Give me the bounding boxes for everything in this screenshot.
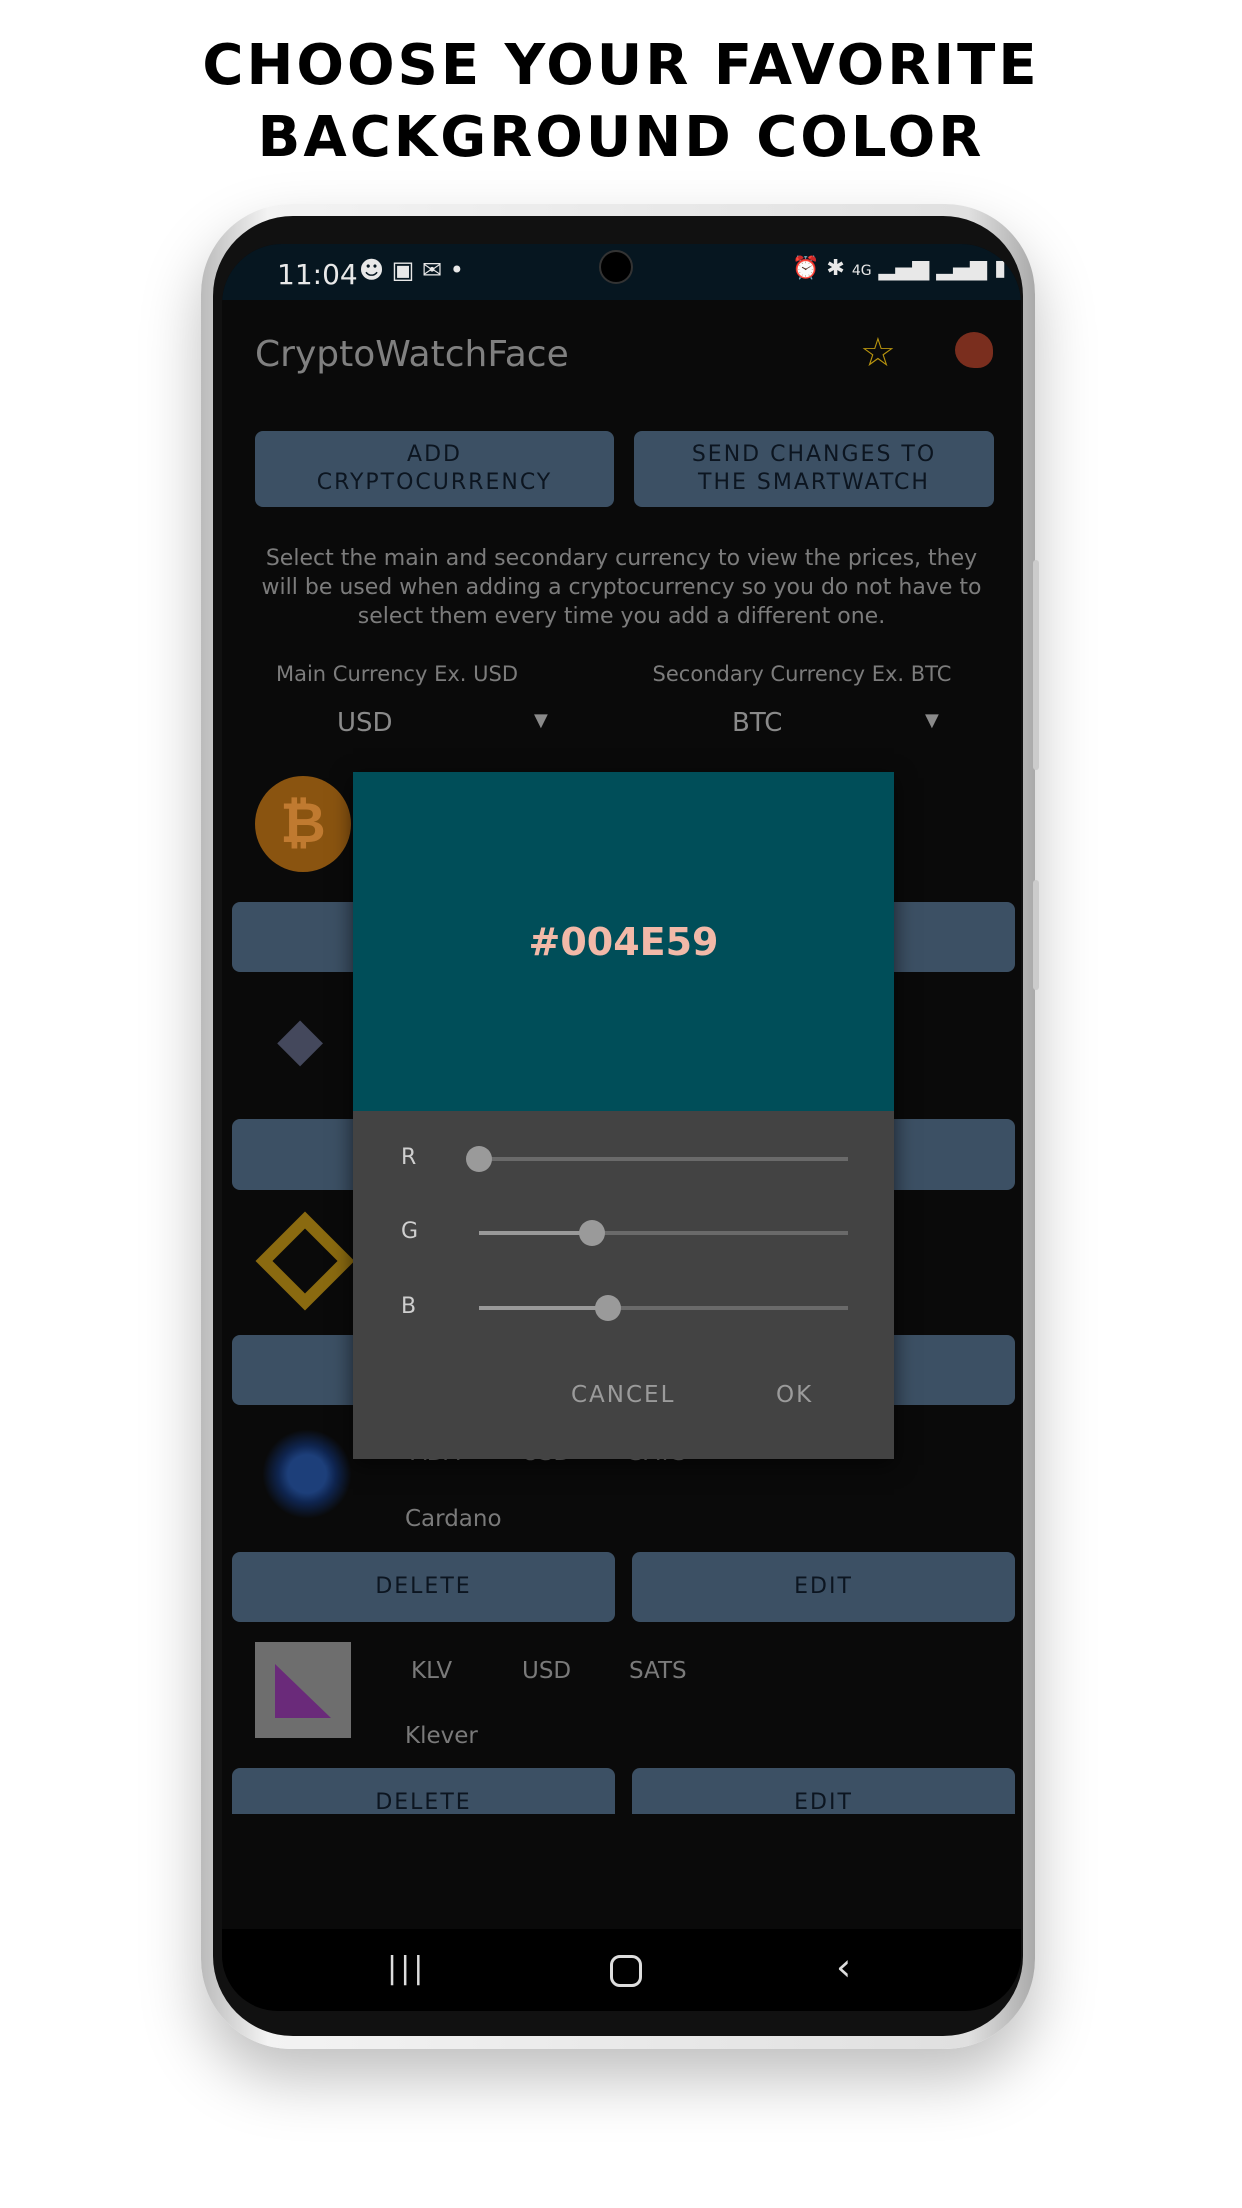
green-slider[interactable] (479, 1220, 848, 1246)
list-clip: DELETE EDIT (222, 1768, 1021, 1814)
system-icons: ⏰ ✱ 4G ▂▄▆ ▂▄▆ ▮ (792, 256, 1007, 281)
cardano-icon (262, 1429, 352, 1519)
secondary-currency-value: BTC (732, 708, 783, 738)
main-currency-label: Main Currency Ex. USD (275, 662, 518, 686)
add-cryptocurrency-button[interactable]: ADD CRYPTOCURRENCY (255, 431, 614, 507)
chevron-down-icon: ▼ (925, 710, 939, 731)
description-text: Select the main and secondary currency t… (261, 546, 982, 629)
delete-button[interactable]: DELETE (232, 1768, 615, 1814)
volume-button (1033, 560, 1039, 770)
edit-button[interactable]: EDIT (632, 1552, 1015, 1622)
app-title: CryptoWatchFace (255, 334, 569, 375)
red-slider-thumb[interactable] (466, 1146, 492, 1172)
hex-value: #004E59 (528, 919, 719, 964)
chevron-down-icon: ▼ (534, 710, 548, 731)
klever-icon (255, 1642, 351, 1738)
cancel-button[interactable]: CANCEL (571, 1382, 675, 1408)
network-type: 4G (851, 263, 872, 279)
ok-button[interactable]: OK (776, 1382, 813, 1408)
binance-icon (255, 1211, 355, 1311)
coin-symbol: KLV (411, 1658, 453, 1684)
blue-label: B (401, 1294, 417, 1319)
green-slider-thumb[interactable] (578, 1220, 605, 1246)
home-icon[interactable] (610, 1955, 642, 1987)
red-slider[interactable] (466, 1146, 848, 1172)
back-icon[interactable]: ‹ (836, 1945, 851, 1989)
blue-slider[interactable] (479, 1295, 848, 1321)
headline-line-1: CHOOSE YOUR FAVORITE (202, 33, 1040, 98)
navigation-bar: ||| ‹ (222, 1929, 1021, 2011)
status-bar: 11:04 ☻ ▣ ✉ • ⏰ ✱ 4G ▂▄▆ ▂▄▆ ▮ (222, 244, 1021, 300)
coin-name: Cardano (405, 1506, 502, 1532)
color-preview: #004E59 (353, 772, 894, 1111)
blue-slider-thumb[interactable] (594, 1295, 621, 1321)
coin-name: Klever (405, 1723, 478, 1749)
status-time: 11:04 (277, 258, 358, 291)
ethereum-icon: ◆ (277, 1004, 324, 1074)
phone-screen: 11:04 ☻ ▣ ✉ • ⏰ ✱ 4G ▂▄▆ ▂▄▆ ▮ CryptoWat… (222, 244, 1021, 2011)
recent-apps-icon[interactable]: ||| (387, 1951, 426, 1986)
coin-main-currency: USD (522, 1658, 572, 1684)
camera-icon (599, 250, 633, 284)
bitcoin-icon: ₿ (255, 776, 351, 872)
power-button (1033, 880, 1039, 990)
send-changes-button[interactable]: SEND CHANGES TO THE SMARTWATCH (634, 431, 994, 507)
coin-secondary-currency: SATS (629, 1658, 687, 1684)
delete-button[interactable]: DELETE (232, 1552, 615, 1622)
red-label: R (401, 1145, 417, 1170)
edit-button[interactable]: EDIT (632, 1768, 1015, 1814)
secondary-currency-label: Secondary Currency Ex. BTC (652, 662, 952, 686)
headline-line-2: BACKGROUND COLOR (257, 105, 985, 170)
green-label: G (401, 1219, 419, 1244)
color-picker-dialog: #004E59 R G B CANCEL OK (353, 772, 894, 1459)
palette-icon[interactable] (955, 332, 993, 368)
star-icon[interactable]: ☆ (860, 330, 896, 376)
notification-icons: ☻ ▣ ✉ • (359, 256, 464, 284)
main-currency-value: USD (337, 708, 393, 738)
